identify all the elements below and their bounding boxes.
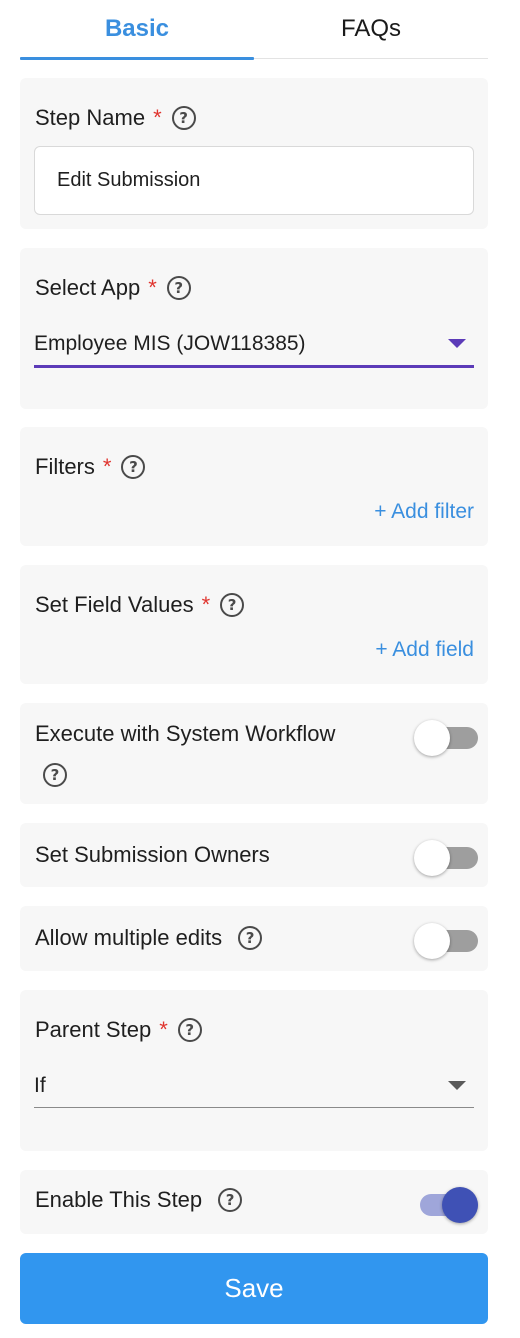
select-app-dropdown[interactable]: Employee MIS (JOW118385) (34, 322, 474, 368)
caret-down-icon (448, 339, 466, 348)
set-submission-owners-card: Set Submission Owners (20, 823, 488, 887)
step-name-card: Step Name * ? (20, 78, 488, 229)
execute-system-workflow-toggle[interactable] (414, 720, 478, 756)
caret-down-icon (448, 1081, 466, 1090)
enable-step-card: Enable This Step ? (20, 1170, 488, 1234)
step-name-label: Step Name (35, 105, 146, 130)
parent-step-label: Parent Step (35, 1017, 152, 1042)
question-circle-icon[interactable]: ? (121, 455, 146, 479)
question-circle-icon[interactable]: ? (218, 1188, 243, 1212)
set-field-values-label: Set Field Values (35, 592, 194, 617)
select-app-label: Select App (35, 275, 141, 300)
parent-step-card: Parent Step * ? If (20, 990, 488, 1151)
parent-step-value: If (34, 1073, 46, 1097)
question-circle-icon[interactable]: ? (166, 276, 191, 300)
allow-multiple-edits-label: Allow multiple edits (35, 925, 223, 950)
filters-label: Filters (35, 454, 95, 479)
add-field-link[interactable]: + Add field (375, 638, 474, 662)
tab-faqs[interactable]: FAQs (254, 0, 488, 58)
allow-multiple-edits-toggle[interactable] (414, 923, 478, 959)
parent-step-dropdown[interactable]: If (34, 1064, 474, 1108)
required-asterisk: * (153, 105, 162, 130)
execute-system-workflow-card: Execute with System Workflow ? (20, 703, 488, 804)
enable-step-toggle[interactable] (414, 1187, 478, 1223)
toggle-thumb (414, 840, 450, 876)
question-circle-icon[interactable]: ? (220, 593, 245, 617)
question-circle-icon[interactable]: ? (238, 926, 263, 950)
execute-system-workflow-label: Execute with System Workflow (35, 721, 336, 746)
toggle-thumb (414, 923, 450, 959)
allow-multiple-edits-card: Allow multiple edits ? (20, 906, 488, 971)
enable-step-label: Enable This Step (35, 1187, 203, 1212)
tab-basic[interactable]: Basic (20, 0, 254, 60)
required-asterisk: * (201, 592, 211, 617)
required-asterisk: * (148, 275, 157, 300)
toggle-thumb (414, 720, 450, 756)
set-submission-owners-label: Set Submission Owners (35, 842, 270, 867)
question-circle-icon[interactable]: ? (177, 1018, 202, 1042)
select-app-value: Employee MIS (JOW118385) (34, 331, 306, 355)
add-filter-link[interactable]: + Add filter (374, 500, 474, 524)
tab-bar: Basic FAQs (20, 0, 488, 60)
required-asterisk: * (159, 1017, 168, 1042)
required-asterisk: * (102, 454, 112, 479)
filters-card: Filters * ? + Add filter (20, 427, 488, 546)
toggle-thumb (442, 1187, 478, 1223)
question-circle-icon[interactable]: ? (171, 106, 196, 130)
set-submission-owners-toggle[interactable] (414, 840, 478, 876)
step-name-input[interactable] (34, 146, 474, 215)
save-button[interactable]: Save (20, 1253, 488, 1324)
question-circle-icon[interactable]: ? (43, 763, 67, 787)
set-field-values-card: Set Field Values * ? + Add field (20, 565, 488, 684)
select-app-card: Select App * ? Employee MIS (JOW118385) (20, 248, 488, 409)
